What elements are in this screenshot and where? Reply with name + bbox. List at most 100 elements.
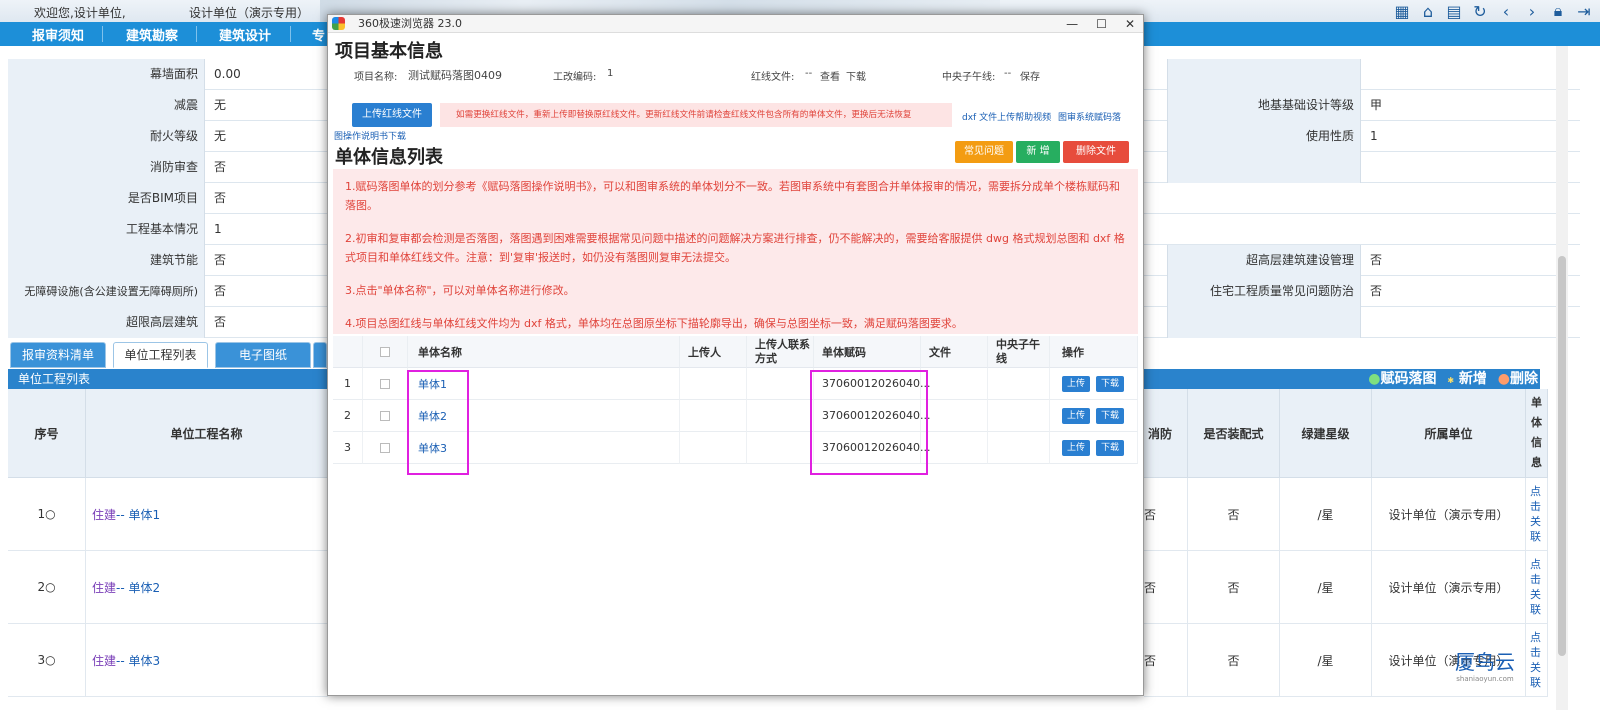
select-all-checkbox[interactable] [380,346,390,357]
manual-link[interactable]: 图审系统赋码落 [1058,110,1140,123]
row-checkbox[interactable] [380,442,390,453]
form-label: 消防审查 [8,152,205,183]
col-check [363,336,408,368]
download-button[interactable]: 下载 [1096,439,1125,456]
upload-redline-button[interactable]: 上传红线文件 [352,103,432,127]
row-name[interactable]: 住建 -- 单体3 [86,624,328,697]
close-icon[interactable]: ✕ [1125,15,1135,33]
refresh-icon[interactable]: ↻ [1470,1,1490,21]
row-check [363,400,408,432]
scrollbar-thumb[interactable] [1558,256,1566,656]
list-actions: ●赋码落图 ✱ 新增 ●删除 [1362,369,1538,391]
document-icon[interactable]: ▤ [1444,1,1464,21]
download-button[interactable]: 下载 [1096,407,1125,424]
col-seq: 序号 [8,389,86,478]
nav-item-survey[interactable]: 建筑勘察 [126,25,178,44]
nav-divider [290,26,291,42]
row-index: 2 [333,400,363,432]
row-checkbox[interactable] [380,378,390,389]
page-scrollbar[interactable] [1556,46,1568,710]
save-link[interactable]: 保存 [1020,68,1040,83]
notice-box: 1.赋码落图单体的划分参考《赋码落图操作说明书》，可以和图审系统的单体划分不一致… [333,169,1138,334]
row-seq: 2 ○ [8,551,86,624]
redline-warning: 如需更换红线文件，重新上传即替换原红线文件。更新红线文件前请检查红线文件包含所有… [440,103,952,127]
tab-submission-list[interactable]: 报审资料清单 [10,342,106,368]
row-fire: 否 [1144,624,1188,697]
minimize-icon[interactable]: — [1066,15,1078,33]
nav-item-design[interactable]: 建筑设计 [219,25,271,44]
col-unit-name: 单体名称 [408,336,680,368]
upload-button[interactable]: 上传 [1062,375,1091,392]
faq-button[interactable]: 常见问题 [955,141,1013,163]
form-value-right: 甲 [1370,98,1383,112]
section-title-units: 单体信息列表 [335,147,443,168]
form-label-right: 地基基础设计等级 [1167,90,1361,121]
tab-more[interactable] [313,342,327,368]
link-associate[interactable]: 点击关联 [1526,478,1548,551]
lock-icon[interactable]: 🔒︎ [1548,1,1568,21]
qr-code-icon[interactable]: ▦ [1392,1,1412,21]
radio-icon[interactable]: ○ [45,580,55,594]
form-value: 否 [214,284,227,298]
delete-file-button[interactable]: 删除文件 [1063,141,1129,163]
tab-unit-list[interactable]: 单位工程列表 [113,342,208,368]
upload-button[interactable]: 上传 [1062,407,1091,424]
view-link[interactable]: 查看 [820,68,840,83]
radio-icon[interactable]: ○ [45,507,55,521]
row-green: /星 [1280,624,1372,697]
form-label: 超限高层建筑 [8,307,205,338]
home-icon[interactable]: ⌂ [1418,1,1438,21]
highlight-box-names [407,370,469,475]
upload-button[interactable]: 上传 [1062,439,1091,456]
user-unit: 设计单位（演示专用） [189,6,310,20]
row-seq: 1 ○ [8,478,86,551]
section-title-project: 项目基本信息 [335,41,443,62]
row-name[interactable]: 住建 -- 单体2 [86,551,328,624]
nav-divider [196,26,197,42]
col-op: 操作 [1050,336,1138,368]
download-button[interactable]: 下载 [1096,375,1125,392]
plus-icon: ● [1368,371,1381,387]
manual-link-continued[interactable]: 图操作说明书下载 [334,129,406,142]
row-unit: 设计单位（演示专用） [1372,551,1526,624]
delete-button[interactable]: ●删除 [1498,371,1538,387]
form-label-right [1167,59,1361,90]
watermark: 厦鸟云 shaniaoyun.com [1455,650,1515,683]
nav-item-more[interactable]: 专 [312,25,325,44]
link-associate[interactable]: 点击关联 [1526,624,1548,697]
download-link[interactable]: 下载 [846,68,866,83]
nav-item-notice[interactable]: 报审须知 [32,25,84,44]
form-value: 0.00 [214,67,241,81]
link-associate[interactable]: 点击关联 [1526,551,1548,624]
highlight-box-codes [810,370,928,475]
add-unit-button[interactable]: 新 增 [1016,141,1060,163]
row-checkbox[interactable] [380,410,390,421]
row-fire: 否 [1144,551,1188,624]
form-value: 1 [214,222,222,236]
form-label-right [1167,152,1361,183]
logout-icon[interactable]: ⇥ [1574,1,1594,21]
fall-map-button[interactable]: ●赋码落图 [1368,371,1436,387]
maximize-icon[interactable]: ☐ [1096,15,1107,33]
row-uploader [680,400,747,432]
row-op: 上传 下载 [1050,368,1138,400]
minus-icon: ● [1497,371,1510,387]
form-label-right: 住宅工程质量常见问题防治 [1167,276,1361,307]
project-name-value: 测试赋码落图0409 [408,69,502,82]
notice-item: 2.初审和复审都会检测是否落图，落图遇到困难需要根据常见问题中描述的问题解决方案… [345,232,1125,264]
row-file [921,368,988,400]
meridian-label: 中央子午线: [942,72,996,83]
tab-drawings[interactable]: 电子图纸 [215,342,311,368]
radio-icon[interactable]: ○ [45,653,55,667]
col-prefab: 是否装配式 [1188,389,1280,478]
form-label: 幕墙面积 [8,59,205,90]
row-name[interactable]: 住建 -- 单体1 [86,478,328,551]
form-value: 无 [214,129,227,143]
col-fire: 消防 [1144,389,1188,478]
forward-icon[interactable]: › [1522,1,1542,21]
col-meridian: 中央子午线 [988,336,1050,368]
back-icon[interactable]: ‹ [1496,1,1516,21]
help-video-link[interactable]: dxf 文件上传帮助视频 [962,110,1051,123]
add-button[interactable]: ✱ 新增 [1447,371,1487,387]
row-contact [747,368,814,400]
